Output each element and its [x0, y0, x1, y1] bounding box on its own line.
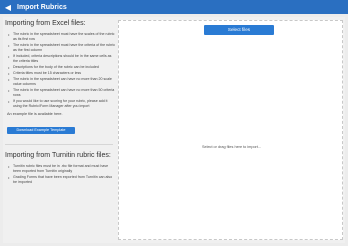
excel-heading: Importing from Excel files: [5, 20, 86, 27]
list-item: The rubric in the spreadsheet must have … [8, 43, 117, 53]
excel-rules-list: The rubric in the spreadsheet must have … [5, 32, 117, 109]
turnitin-rules-list: Turnitin rubric files must be in .rbc fi… [5, 164, 117, 185]
turnitin-heading: Importing from Turnitin rubric files: [5, 152, 111, 159]
list-item: Criteria titles must be 15 characters or… [8, 71, 117, 76]
list-item: The rubric in the spreadsheet must have … [8, 32, 117, 42]
list-item: The rubric in the spreadsheet can have n… [8, 88, 117, 98]
download-template-button[interactable]: Download Example Template [7, 127, 75, 134]
example-file-text: An example file is available here. [7, 112, 63, 116]
arrow-left-icon[interactable]: ◀ [2, 0, 14, 14]
list-item: The rubric in the spreadsheet can have n… [8, 77, 117, 87]
turnitin-section: Importing from Turnitin rubric files: Tu… [5, 151, 117, 185]
file-drop-zone[interactable]: Select files Select or drag files here t… [118, 20, 343, 240]
list-item: Grading Forms that have been exported fr… [8, 175, 117, 185]
select-files-button[interactable]: Select files [204, 25, 274, 35]
instructions-panel: Importing from Excel files: The rubric i… [3, 17, 117, 243]
list-item: If you would like to use scoring for you… [8, 99, 117, 109]
list-item: If included, criteria descriptions shoul… [8, 54, 117, 64]
main-content: Importing from Excel files: The rubric i… [3, 17, 345, 243]
title-bar: ◀ Import Rubrics [0, 0, 348, 14]
window-title: Import Rubrics [17, 3, 67, 11]
list-item: Turnitin rubric files must be in .rbc fi… [8, 164, 117, 174]
list-item: Descriptions for the body of the rubric … [8, 65, 117, 70]
import-rubrics-window: ◀ Import Rubrics Importing from Excel fi… [0, 0, 348, 246]
section-divider [5, 144, 113, 145]
drop-hint-text: Select or drag files here to import... [201, 145, 262, 149]
